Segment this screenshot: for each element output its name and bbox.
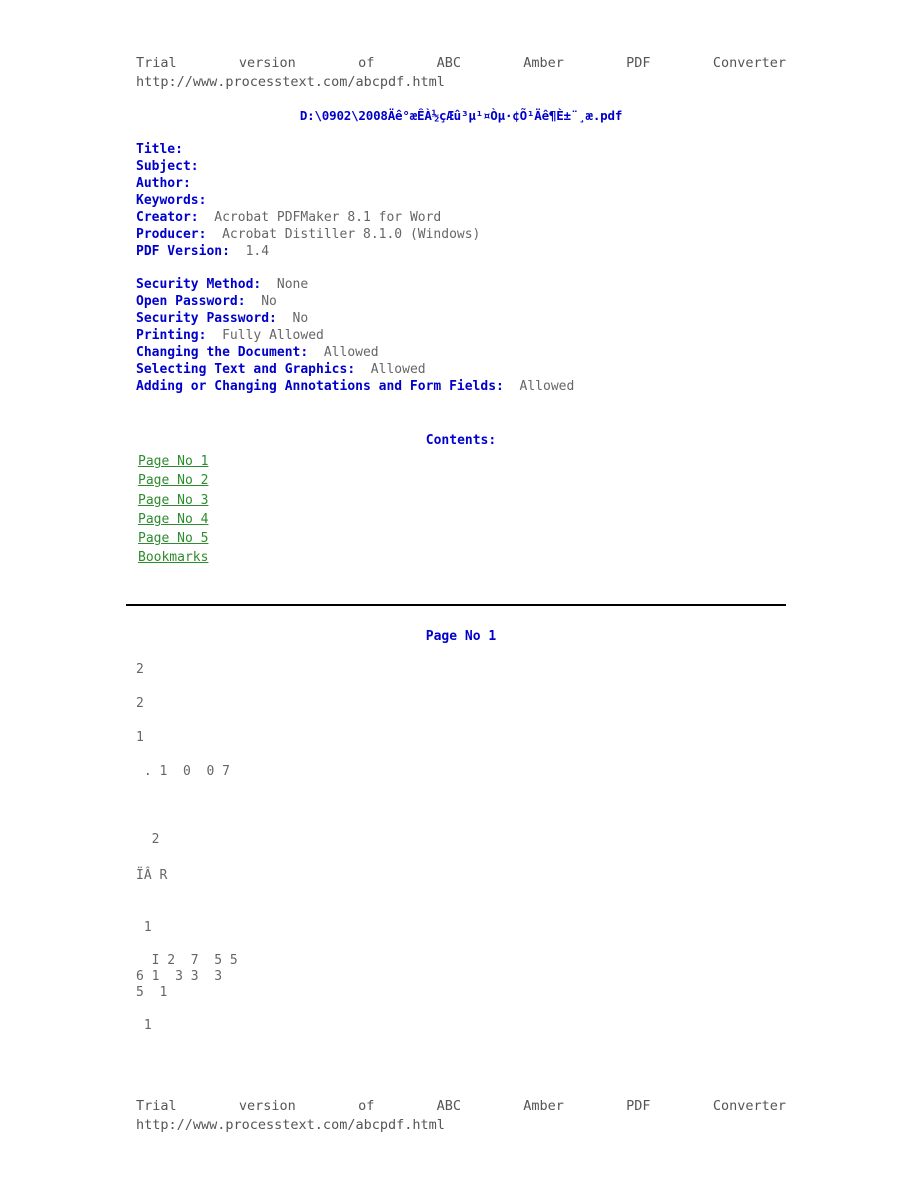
metadata-row: Producer: Acrobat Distiller 8.1.0 (Windo… [136,226,480,243]
metadata-value: Acrobat Distiller 8.1.0 (Windows) [206,227,481,242]
metadata-row: Creator: Acrobat PDFMaker 8.1 for Word [136,209,480,226]
metadata-row: Open Password: No [136,293,574,310]
metadata-label: Security Password: [136,311,277,326]
metadata-label: Security Method: [136,277,262,292]
contents-link-list: Page No 1 Page No 2 Page No 3 Page No 4 … [138,452,208,568]
trial-word: ABC [436,55,461,71]
metadata-row: Selecting Text and Graphics: Allowed [136,361,574,378]
page-text-line: 6 1 3 3 3 [136,969,223,984]
trial-banner-footer: Trial version of ABC Amber PDF Converter… [136,1097,786,1135]
contents-heading: Contents: [425,433,497,448]
metadata-label: Changing the Document: [136,345,309,360]
metadata-label: Selecting Text and Graphics: [136,362,356,377]
contents-link-page-5[interactable]: Page No 5 [138,529,208,548]
metadata-row: Printing: Fully Allowed [136,327,574,344]
page-text-line: . 1 0 0 7 [136,764,230,779]
contents-link-page-4[interactable]: Page No 4 [138,510,208,529]
trial-banner-header-url: http://www.processtext.com/abcpdf.html [136,74,445,90]
metadata-value: 1.4 [229,244,270,259]
metadata-basic-block: Title: Subject: Author: Keywords: Creato… [136,141,480,260]
metadata-security-block: Security Method: None Open Password: No … [136,276,574,395]
page-text-line: 1 [136,920,152,935]
trial-word: of [358,1098,375,1114]
contents-link-page-2[interactable]: Page No 2 [138,471,208,490]
trial-banner-header-words: Trial version of ABC Amber PDF Converter [136,54,786,73]
metadata-label: Creator: [136,210,199,225]
trial-word: Amber [523,55,564,71]
page-extracted-text: 2 2 1 . 1 0 0 7 2 ÏÂ R 1 I 2 7 5 56 1 3 3 3… [136,662,786,1034]
metadata-row: Keywords: [136,192,480,209]
metadata-value: Fully Allowed [206,328,324,343]
page-text-line: 1 [136,1018,152,1033]
metadata-label: PDF Version: [136,244,230,259]
metadata-label: Producer: [136,227,207,242]
trial-banner-header: Trial version of ABC Amber PDF Converter… [136,54,786,92]
metadata-row: Changing the Document: Allowed [136,344,574,361]
section-divider [126,604,786,606]
trial-word: of [358,55,375,71]
page-text-line: 1 [136,730,144,745]
page-text-line: I 2 7 5 5 [136,953,238,968]
page-text-line: 2 [136,662,144,677]
metadata-label: Adding or Changing Annotations and Form … [136,379,504,394]
metadata-row: Adding or Changing Annotations and Form … [136,378,574,395]
document-page: Trial version of ABC Amber PDF Converter… [0,0,920,1191]
metadata-value: Allowed [355,362,426,377]
trial-word: ABC [436,1098,461,1114]
metadata-row: PDF Version: 1.4 [136,243,480,260]
metadata-label: Subject: [136,159,199,174]
metadata-row: Security Password: No [136,310,574,327]
metadata-label: Author: [136,176,191,191]
metadata-row: Security Method: None [136,276,574,293]
trial-word: version [238,55,296,71]
document-title-path: D:\0902\2008Äê°æÊÀ½çÆû³µ¹¤Òµ·¢Õ¹Äê¶È±¨¸æ… [299,108,623,123]
trial-word: PDF [626,55,651,71]
contents-link-bookmarks[interactable]: Bookmarks [138,548,208,567]
trial-word: PDF [626,1098,651,1114]
metadata-value: No [245,294,277,309]
trial-word: Amber [523,1098,564,1114]
metadata-label: Keywords: [136,193,207,208]
contents-link-page-1[interactable]: Page No 1 [138,452,208,471]
metadata-value: No [276,311,309,326]
metadata-label: Title: [136,142,183,157]
page-section-heading: Page No 1 [425,629,497,644]
page-text-line: 2 [136,832,160,847]
metadata-value: Acrobat PDFMaker 8.1 for Word [198,210,442,225]
metadata-row: Title: [136,141,480,158]
trial-word: Trial [136,55,177,71]
metadata-value: Allowed [308,345,379,360]
metadata-value: Allowed [503,379,575,394]
trial-word: Trial [136,1098,177,1114]
page-text-line: 5 1 [136,985,168,1000]
trial-word: Converter [712,55,786,71]
trial-banner-footer-url: http://www.processtext.com/abcpdf.html [136,1117,445,1133]
trial-word: version [238,1098,296,1114]
metadata-value: None [261,277,309,292]
contents-link-page-3[interactable]: Page No 3 [138,491,208,510]
metadata-row: Author: [136,175,480,192]
metadata-label: Printing: [136,328,207,343]
metadata-label: Open Password: [136,294,246,309]
trial-banner-footer-words: Trial version of ABC Amber PDF Converter [136,1097,786,1116]
trial-word: Converter [712,1098,786,1114]
metadata-row: Subject: [136,158,480,175]
page-text-line: ÏÂ R [136,868,168,883]
page-text-line: 2 [136,696,144,711]
